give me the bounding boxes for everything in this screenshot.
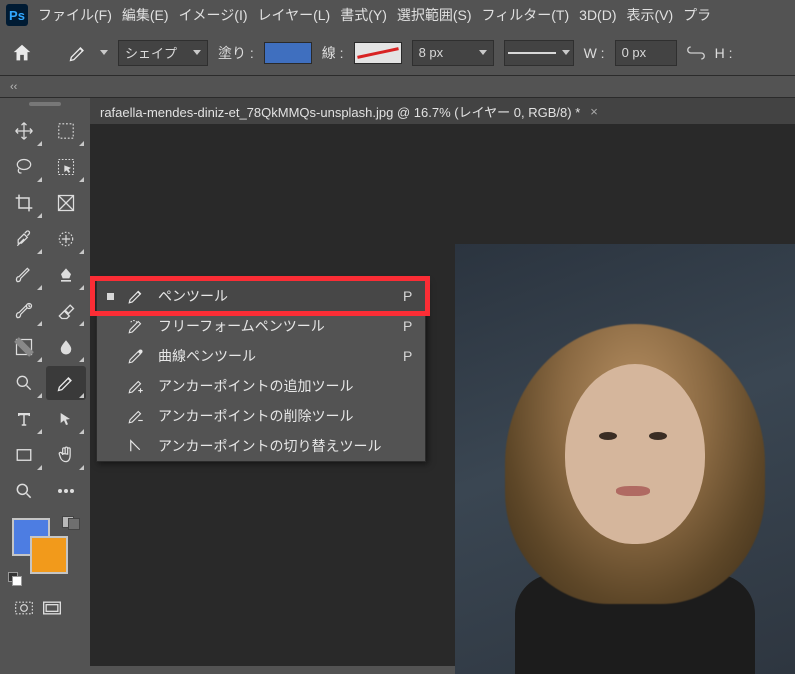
flyout-freeform-pen-tool[interactable]: フリーフォームペンツール P — [97, 311, 425, 341]
height-label: H : — [715, 45, 733, 61]
flyout-convert-anchor-tool[interactable]: アンカーポイントの切り替えツール — [97, 431, 425, 461]
stroke-width-value: 8 px — [419, 45, 444, 60]
menu-3d[interactable]: 3D(D) — [579, 7, 616, 23]
home-icon[interactable] — [8, 39, 36, 67]
eraser-tool[interactable] — [46, 294, 86, 328]
flyout-label: アンカーポイントの切り替えツール — [158, 436, 381, 456]
stroke-width-input[interactable]: 8 px — [412, 40, 494, 66]
delete-anchor-icon — [126, 406, 146, 426]
width-label: W : — [584, 45, 605, 61]
lasso-tool[interactable] — [4, 150, 44, 184]
document-image — [455, 244, 795, 674]
flyout-add-anchor-tool[interactable]: アンカーポイントの追加ツール — [97, 371, 425, 401]
document-tab[interactable]: rafaella-mendes-diniz-et_78QkMMQs-unspla… — [100, 102, 598, 121]
collapse-arrows-icon: ‹‹ — [10, 81, 17, 93]
curvature-pen-icon — [126, 346, 146, 366]
options-bar: シェイプ 塗り : 線 : 8 px W : 0 px H : — [0, 30, 795, 76]
current-tool-icon[interactable] — [66, 41, 90, 65]
quick-mask-icon[interactable] — [14, 600, 34, 616]
chevron-down-icon — [562, 50, 570, 55]
healing-brush-tool[interactable] — [46, 222, 86, 256]
freeform-pen-icon — [126, 316, 146, 336]
menu-plugins[interactable]: プラ — [683, 5, 711, 25]
flyout-label: アンカーポイントの削除ツール — [158, 406, 353, 426]
flyout-shortcut: P — [403, 348, 411, 364]
panel-collapse-bar[interactable]: ‹‹ — [0, 76, 795, 98]
pen-icon — [126, 286, 146, 306]
menu-layer[interactable]: レイヤー(L) — [258, 5, 331, 25]
menu-filter[interactable]: フィルター(T) — [482, 5, 570, 25]
flyout-label: ペンツール — [158, 286, 228, 306]
chevron-down-icon — [479, 50, 487, 55]
crop-tool[interactable] — [4, 186, 44, 220]
stroke-label: 線 : — [322, 43, 344, 63]
tool-mode-select[interactable]: シェイプ — [118, 40, 208, 66]
flyout-shortcut: P — [403, 288, 411, 304]
menu-file[interactable]: ファイル(F) — [38, 5, 112, 25]
menu-edit[interactable]: 編集(E) — [122, 5, 169, 25]
flyout-delete-anchor-tool[interactable]: アンカーポイントの削除ツール — [97, 401, 425, 431]
blur-tool[interactable] — [46, 330, 86, 364]
clone-stamp-tool[interactable] — [46, 258, 86, 292]
width-input[interactable]: 0 px — [615, 40, 677, 66]
link-wh-icon[interactable] — [687, 44, 705, 62]
object-selection-tool[interactable] — [46, 150, 86, 184]
brush-tool[interactable] — [4, 258, 44, 292]
flyout-label: アンカーポイントの追加ツール — [158, 376, 353, 396]
move-tool[interactable] — [4, 114, 44, 148]
tool-preset-chevron-icon[interactable] — [100, 50, 108, 55]
menu-bar: Ps ファイル(F) 編集(E) イメージ(I) レイヤー(L) 書式(Y) 選… — [0, 0, 795, 30]
default-colors-icon[interactable] — [8, 572, 22, 586]
rectangle-tool[interactable] — [4, 438, 44, 472]
path-selection-tool[interactable] — [46, 402, 86, 436]
edit-toolbar[interactable] — [46, 474, 86, 508]
document-tab-bar: rafaella-mendes-diniz-et_78QkMMQs-unspla… — [90, 98, 795, 124]
swap-colors-icon[interactable] — [62, 516, 80, 530]
gradient-tool[interactable] — [4, 330, 44, 364]
pen-tool-flyout: ペンツール P フリーフォームペンツール P 曲線ペンツール P アンカーポイン… — [96, 280, 426, 462]
close-icon[interactable]: × — [590, 104, 598, 119]
menu-select[interactable]: 選択範囲(S) — [397, 5, 472, 25]
convert-anchor-icon — [126, 436, 146, 456]
toolbox-grabber[interactable] — [0, 98, 90, 110]
eyedropper-tool[interactable] — [4, 222, 44, 256]
menu-image[interactable]: イメージ(I) — [179, 5, 248, 25]
frame-tool[interactable] — [46, 186, 86, 220]
add-anchor-icon — [126, 376, 146, 396]
stroke-color-swatch[interactable] — [354, 42, 402, 64]
tool-mode-label: シェイプ — [125, 43, 177, 62]
dodge-tool[interactable] — [4, 366, 44, 400]
menu-type[interactable]: 書式(Y) — [340, 5, 387, 25]
type-tool[interactable] — [4, 402, 44, 436]
fill-color-swatch[interactable] — [264, 42, 312, 64]
rect-marquee-tool[interactable] — [46, 114, 86, 148]
stroke-style-line-icon — [508, 52, 556, 54]
flyout-shortcut: P — [403, 318, 411, 334]
width-value: 0 px — [622, 45, 647, 60]
menu-view[interactable]: 表示(V) — [627, 5, 674, 25]
toolbox — [0, 98, 90, 666]
flyout-curvature-pen-tool[interactable]: 曲線ペンツール P — [97, 341, 425, 371]
screen-mode-icon[interactable] — [42, 600, 62, 616]
color-swatches — [0, 512, 90, 592]
background-color[interactable] — [30, 536, 68, 574]
selected-indicator-icon — [107, 293, 114, 300]
pen-tool[interactable] — [46, 366, 86, 400]
flyout-label: フリーフォームペンツール — [158, 316, 325, 336]
zoom-tool[interactable] — [4, 474, 44, 508]
chevron-down-icon — [193, 50, 201, 55]
flyout-pen-tool[interactable]: ペンツール P — [97, 281, 425, 311]
stroke-style-select[interactable] — [504, 40, 574, 66]
app-logo: Ps — [6, 4, 28, 26]
hand-tool[interactable] — [46, 438, 86, 472]
history-brush-tool[interactable] — [4, 294, 44, 328]
document-tab-title: rafaella-mendes-diniz-et_78QkMMQs-unspla… — [100, 102, 580, 121]
fill-label: 塗り : — [218, 43, 254, 63]
flyout-label: 曲線ペンツール — [158, 346, 256, 366]
